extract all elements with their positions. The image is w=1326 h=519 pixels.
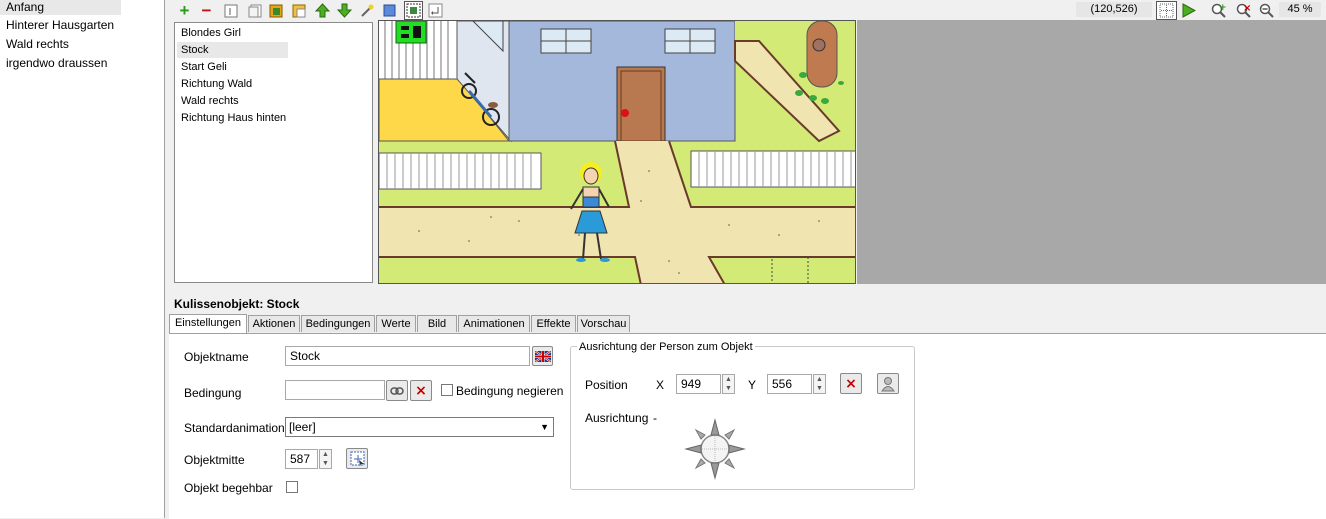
animation-select[interactable]: [leer] ▼ <box>285 417 554 437</box>
grid-icon[interactable] <box>1156 1 1177 20</box>
center-label: Objektmitte <box>184 453 245 467</box>
tab-animationen[interactable]: Animationen <box>458 315 530 332</box>
zoom-level: 45 % <box>1279 2 1321 17</box>
position-y-input[interactable]: 556 <box>767 374 812 394</box>
object-list: Blondes Girl Stock Start Geli Richtung W… <box>174 22 373 283</box>
clear-condition-icon[interactable]: × <box>410 380 432 401</box>
y-label: Y <box>748 378 757 392</box>
negate-condition-checkbox[interactable] <box>441 384 453 396</box>
orientation-group-title: Ausrichtung der Person zum Objekt <box>577 341 755 353</box>
tab-bedingungen[interactable]: Bedingungen <box>301 315 375 332</box>
position-y-stepper[interactable]: ▲ ▼ <box>813 374 826 394</box>
chevron-down-icon: ▼ <box>540 422 549 432</box>
canvas-empty-area <box>857 20 1326 284</box>
select-object-icon[interactable] <box>404 1 423 20</box>
tab-bild[interactable]: Bild <box>417 315 457 332</box>
scene-list: Anfang Hinterer Hausgarten Wald rechts i… <box>0 0 165 518</box>
zoom-in-icon[interactable]: + <box>1210 2 1227 19</box>
condition-label: Bedingung <box>184 386 242 400</box>
position-x-input[interactable]: 949 <box>676 374 721 394</box>
scene-illustration <box>379 21 855 283</box>
move-down-icon[interactable] <box>336 2 353 19</box>
svg-text:+: + <box>1219 3 1227 13</box>
tab-effekte[interactable]: Effekte <box>531 315 576 332</box>
objectname-input[interactable]: Stock <box>285 346 530 366</box>
zoom-out-icon[interactable] <box>1258 2 1275 19</box>
tab-vorschau[interactable]: Vorschau <box>577 315 630 332</box>
play-icon[interactable] <box>1180 2 1197 19</box>
walkable-checkbox[interactable] <box>286 481 298 493</box>
direction-value: - <box>653 411 657 425</box>
paste-icon[interactable] <box>291 2 308 19</box>
object-item-wald-rechts[interactable]: Wald rechts <box>177 93 288 109</box>
object-item-richtung-wald[interactable]: Richtung Wald <box>177 76 288 92</box>
magic-wand-icon[interactable] <box>359 2 376 19</box>
position-label: Position <box>585 378 628 392</box>
compass-icon[interactable] <box>684 418 746 483</box>
scene-item-irgendwo-draussen[interactable]: irgendwo draussen <box>0 56 121 71</box>
language-flag-icon[interactable] <box>532 346 553 366</box>
negate-condition-label: Bedingung negieren <box>456 384 564 398</box>
animation-label: Standardanimation <box>184 421 285 435</box>
scene-item-hinterer-hausgarten[interactable]: Hinterer Hausgarten <box>0 18 121 33</box>
paste-special-icon[interactable] <box>268 2 285 19</box>
pick-center-icon[interactable] <box>346 448 368 469</box>
remove-icon[interactable]: − <box>198 2 215 19</box>
svg-text:×: × <box>1243 3 1251 14</box>
fence-right <box>690 150 855 188</box>
svg-text:I: I <box>228 7 231 18</box>
tab-werte[interactable]: Werte <box>376 315 416 332</box>
scene-item-anfang[interactable]: Anfang <box>0 0 121 15</box>
x-label: X <box>656 378 665 392</box>
frame-icon[interactable] <box>381 2 398 19</box>
objectname-label: Objektname <box>184 350 249 364</box>
rename-icon[interactable]: I <box>222 2 239 19</box>
condition-input[interactable] <box>285 380 385 400</box>
panel-title: Kulissenobjekt: Stock <box>174 297 300 311</box>
return-icon[interactable] <box>427 2 444 19</box>
tab-aktionen[interactable]: Aktionen <box>248 315 300 332</box>
clear-position-icon[interactable]: × <box>840 373 862 394</box>
zoom-reset-icon[interactable]: × <box>1235 2 1252 19</box>
copy-icon[interactable] <box>246 2 263 19</box>
object-item-richtung-haus-hinten[interactable]: Richtung Haus hinten <box>177 110 288 126</box>
tab-einstellungen[interactable]: Einstellungen <box>169 314 247 333</box>
object-item-blondes-girl[interactable]: Blondes Girl <box>177 25 288 41</box>
position-x-stepper[interactable]: ▲ ▼ <box>722 374 735 394</box>
object-item-stock[interactable]: Stock <box>177 42 288 58</box>
person-icon[interactable] <box>877 373 899 394</box>
center-input[interactable]: 587 <box>285 449 318 469</box>
scene-canvas[interactable] <box>378 20 856 284</box>
direction-label: Ausrichtung <box>585 411 649 425</box>
object-item-start-geli[interactable]: Start Geli <box>177 59 288 75</box>
coordinate-readout: (120,526) <box>1076 2 1152 17</box>
move-up-icon[interactable] <box>314 2 331 19</box>
center-stepper[interactable]: ▲ ▼ <box>319 449 332 469</box>
walkable-label: Objekt begehbar <box>184 481 273 495</box>
add-icon[interactable]: + <box>176 2 193 19</box>
fence-left <box>379 152 542 190</box>
scene-item-wald-rechts[interactable]: Wald rechts <box>0 37 121 52</box>
link-icon[interactable] <box>386 380 408 401</box>
animation-select-value: [leer] <box>289 420 316 434</box>
